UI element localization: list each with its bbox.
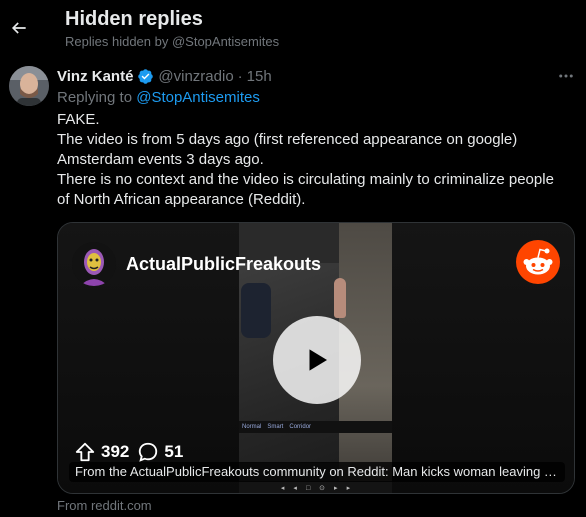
verified-badge-icon (137, 68, 154, 85)
comment-bubble-icon (139, 442, 158, 462)
upvote-arrow-icon (75, 442, 95, 462)
tweet-text-line: of North African appearance (Reddit). (57, 191, 306, 208)
video-tab: Smart (267, 424, 284, 430)
upvote-stat: 392 (74, 441, 129, 463)
video-nav-glyph: ◂ (280, 485, 285, 492)
video-mode-bar: Normal Smart Corridor (239, 421, 392, 433)
user-handle[interactable]: @vinzradio (158, 68, 233, 85)
upvote-count: 392 (101, 442, 130, 461)
tweet-text-line: The video is from 5 days ago (first refe… (57, 131, 518, 148)
video-nav-glyph: ▸ (346, 485, 351, 492)
more-horizontal-icon (559, 74, 573, 78)
video-nav-glyph: □ (305, 484, 311, 492)
tweet-text-line: FAKE. (57, 111, 100, 128)
replying-to-link[interactable]: @StopAntisemites (136, 89, 260, 106)
page-subtitle: Replies hidden by @StopAntisemites (65, 34, 280, 49)
arrow-left-icon (11, 22, 26, 34)
page-title: Hidden replies (65, 8, 203, 30)
video-nav-bar: ◂ ◂ □ ⊙ ▸ ▸ (239, 481, 392, 493)
card-caption: From the ActualPublicFreakouts community… (69, 462, 565, 482)
avatar[interactable] (9, 66, 49, 106)
video-tab: Normal (242, 424, 262, 430)
back-button[interactable] (6, 11, 32, 45)
subreddit-avatar (72, 242, 116, 286)
separator-dot: · (237, 67, 243, 85)
replying-to: Replying to @StopAntisemites (57, 89, 260, 106)
display-name[interactable]: Vinz Kanté (57, 68, 133, 85)
comment-stat: 51 (137, 441, 183, 463)
tweet-text-line: There is no context and the video is cir… (57, 171, 554, 188)
play-icon (309, 349, 327, 371)
tweet-text-line: Amsterdam events 3 days ago. (57, 151, 264, 168)
more-options-button[interactable] (556, 66, 576, 86)
replying-prefix: Replying to (57, 89, 133, 106)
subreddit-name: ActualPublicFreakouts (126, 253, 322, 274)
tweet-text: FAKE. The video is from 5 days ago (firs… (57, 110, 577, 210)
card-source[interactable]: From reddit.com (57, 498, 152, 513)
subreddit-header: ActualPublicFreakouts (72, 241, 321, 287)
video-car (241, 283, 271, 338)
tweet-header: Vinz Kanté @vinzradio · 15h (57, 66, 272, 86)
video-nav-glyph: ◂ (293, 485, 297, 492)
video-nav-glyph: ⊙ (319, 485, 326, 492)
play-button[interactable] (273, 316, 361, 404)
video-nav-glyph: ▸ (334, 485, 338, 492)
avatar-image (9, 66, 49, 106)
comment-count: 51 (164, 442, 184, 461)
page-header: Hidden replies Replies hidden by @StopAn… (0, 0, 586, 60)
timestamp[interactable]: 15h (247, 68, 272, 85)
video-person (334, 278, 346, 318)
reddit-logo-icon (516, 240, 560, 284)
video-tab: Corridor (289, 424, 312, 430)
link-preview-card[interactable]: Normal Smart Corridor ◂ ◂ □ ⊙ ▸ ▸ Actual… (57, 222, 575, 494)
